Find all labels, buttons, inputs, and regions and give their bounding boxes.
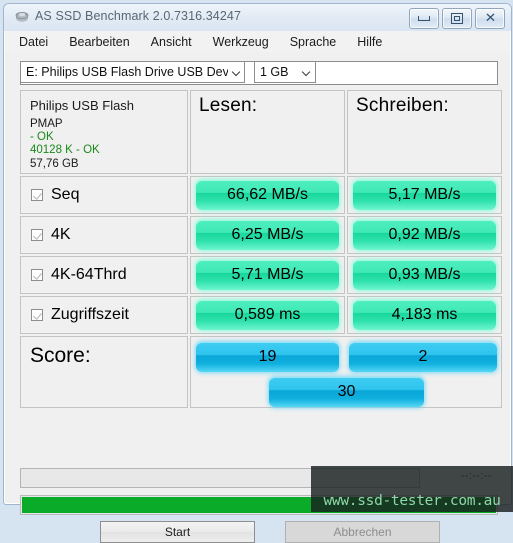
score-values-cell: 19 2 30 [190,336,502,408]
menu-item-werkzeug[interactable]: Werkzeug [213,35,269,49]
score-bar-read: 19 [196,342,339,372]
test-size-select[interactable]: 1 GB [254,61,316,83]
device-capacity: 57,76 GB [30,158,79,170]
driver-status: - OK [30,131,54,143]
test-read-4k: 6,25 MB/s [190,216,345,254]
result-bar-read-4k-64thrd: 5,71 MB/s [196,260,339,290]
score-bar-write: 2 [349,342,497,372]
menu-item-datei[interactable]: Datei [19,35,48,49]
test-row-seq-label[interactable]: Seq [20,176,188,214]
menu-bar: Datei Bearbeiten Ansicht Werkzeug Sprach… [5,31,510,53]
test-row-zugriffszeit-label[interactable]: Zugriffszeit [20,296,188,334]
close-icon: ✕ [484,11,496,26]
result-bar-write-seq: 5,17 MB/s [353,180,496,210]
watermark-overlay: www.ssd-tester.com.au [311,466,513,512]
result-bar-read-4k: 6,25 MB/s [196,220,339,250]
window-title: AS SSD Benchmark 2.0.7316.34247 [35,9,242,23]
score-label-cell: Score: [20,336,188,408]
maximize-button[interactable] [442,8,472,29]
test-row-4k-label[interactable]: 4K [20,216,188,254]
device-firmware: PMAP [30,118,63,130]
write-column-header: Schreiben: [347,90,502,174]
checkbox-4k[interactable] [31,229,43,241]
table-row: 4K 6,25 MB/s 0,92 MB/s [20,216,502,254]
minimize-button[interactable] [409,8,439,29]
test-size-value: 1 GB [260,65,289,79]
selector-row: E: Philips USB Flash Drive USB Device 1 … [20,61,498,85]
test-label-4k: 4K [51,226,71,243]
watermark-text: www.ssd-tester.com.au [323,493,501,509]
restore-icon [451,13,463,24]
minimize-icon [418,16,430,21]
test-write-4k-64thrd: 0,93 MB/s [347,256,502,294]
app-window: AS SSD Benchmark 2.0.7316.34247 ✕ Datei … [3,3,512,543]
result-bar-write-4k-64thrd: 0,93 MB/s [353,260,496,290]
checkbox-seq[interactable] [31,189,43,201]
device-info-panel: Philips USB Flash PMAP - OK 40128 K - OK… [20,90,188,174]
test-read-zugriffszeit: 0,589 ms [190,296,345,334]
checkbox-4k-64thrd[interactable] [31,269,43,281]
test-label-4k-64thrd: 4K-64Thrd [51,266,127,283]
table-row: Seq 66,62 MB/s 5,17 MB/s [20,176,502,214]
test-write-seq: 5,17 MB/s [347,176,502,214]
results-grid: Philips USB Flash PMAP - OK 40128 K - OK… [20,90,502,408]
start-button[interactable]: Start [100,521,255,543]
drive-select[interactable]: E: Philips USB Flash Drive USB Device [20,61,245,83]
test-write-zugriffszeit: 4,183 ms [347,296,502,334]
result-bar-write-zugriffszeit: 4,183 ms [353,300,496,330]
result-bar-read-seq: 66,62 MB/s [196,180,339,210]
device-model: Philips USB Flash [30,98,135,113]
grid-header-row: Philips USB Flash PMAP - OK 40128 K - OK… [20,90,502,174]
test-write-4k: 0,92 MB/s [347,216,502,254]
window-controls: ✕ [409,8,505,29]
close-button[interactable]: ✕ [475,8,505,29]
drive-icon [14,10,30,25]
score-row: Score: 19 2 30 [20,336,502,408]
score-bar-total: 30 [269,377,424,407]
alignment-status: 40128 K - OK [30,144,100,156]
test-read-seq: 66,62 MB/s [190,176,345,214]
table-row: 4K-64Thrd 5,71 MB/s 0,93 MB/s [20,256,502,294]
read-column-label: Lesen: [199,95,258,116]
test-label-zugriffszeit: Zugriffszeit [51,306,129,323]
menu-item-sprache[interactable]: Sprache [290,35,337,49]
read-column-header: Lesen: [190,90,345,174]
chevron-down-icon [298,62,315,82]
cancel-button: Abbrechen [285,521,440,543]
client-area: E: Philips USB Flash Drive USB Device 1 … [5,52,510,543]
title-bar: AS SSD Benchmark 2.0.7316.34247 ✕ [4,4,511,31]
checkbox-zugriffszeit[interactable] [31,309,43,321]
menu-item-ansicht[interactable]: Ansicht [151,35,192,49]
chevron-down-icon [228,62,244,82]
menu-item-hilfe[interactable]: Hilfe [357,35,382,49]
result-bar-read-zugriffszeit: 0,589 ms [196,300,339,330]
drive-select-value: E: Philips USB Flash Drive USB Device [26,65,229,79]
test-read-4k-64thrd: 5,71 MB/s [190,256,345,294]
menu-item-bearbeiten[interactable]: Bearbeiten [69,35,129,49]
write-column-label: Schreiben: [356,95,449,116]
score-label: Score: [30,344,91,367]
result-bar-write-4k: 0,92 MB/s [353,220,496,250]
table-row: Zugriffszeit 0,589 ms 4,183 ms [20,296,502,334]
test-row-4k64thrd-label[interactable]: 4K-64Thrd [20,256,188,294]
button-row: Start Abbrechen [20,521,498,543]
test-label-seq: Seq [51,186,80,203]
